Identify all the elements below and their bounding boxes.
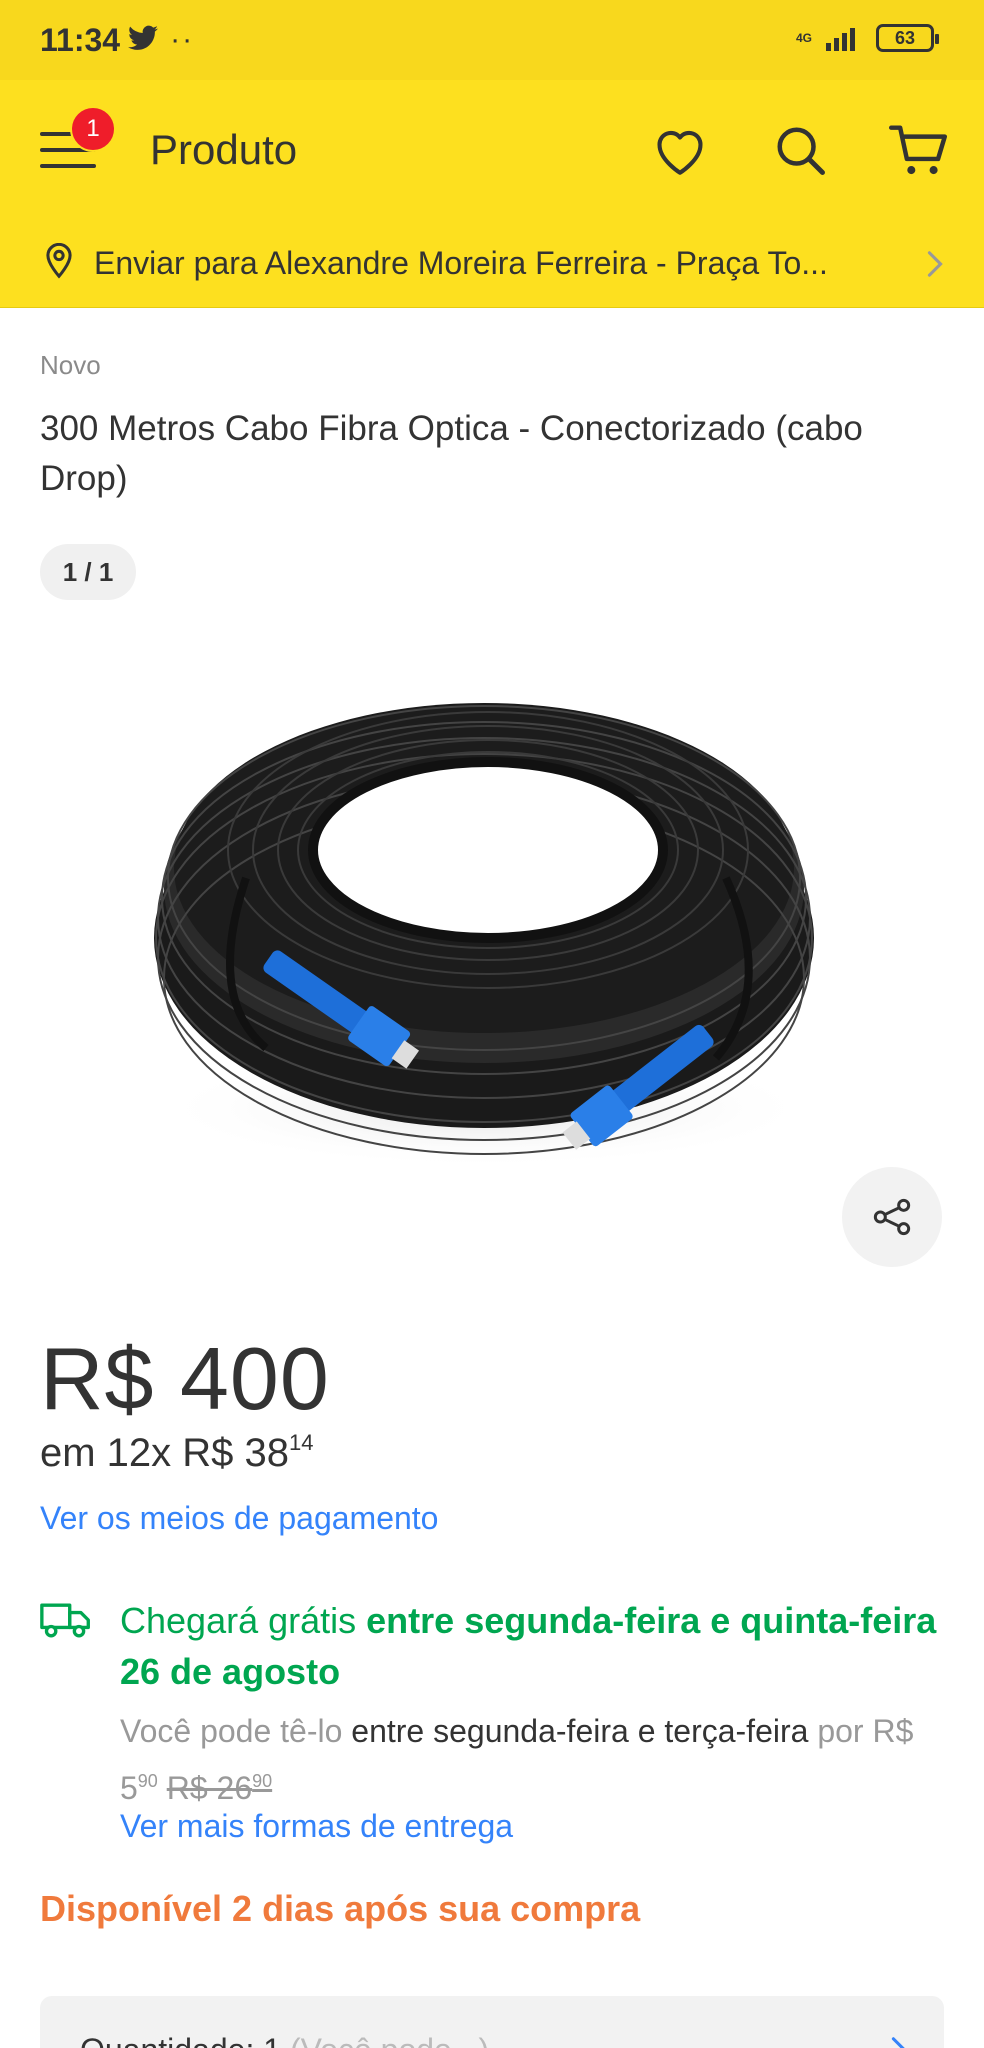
status-right: 4G 63 (795, 24, 939, 52)
product-condition: Novo (40, 350, 101, 380)
share-button[interactable] (842, 1167, 942, 1267)
heart-icon[interactable] (650, 120, 710, 180)
product-image[interactable] (126, 568, 856, 1208)
battery-icon: 63 (876, 24, 939, 52)
installments: em 12x R$ 3814 (40, 1430, 314, 1475)
shipping-address-bar[interactable]: Enviar para Alexandre Moreira Ferreira -… (0, 220, 984, 308)
free-delivery-info: Chegará grátis entre segunda-feira e qui… (120, 1600, 937, 1692)
shipping-address-text: Enviar para Alexandre Moreira Ferreira -… (94, 245, 828, 281)
more-delivery-options-link[interactable]: Ver mais formas de entrega (120, 1808, 513, 1845)
availability-notice: Disponível 2 dias após sua compra (40, 1888, 641, 1929)
status-time: 11:34 (40, 21, 121, 58)
network-indicator: 4G (795, 31, 812, 45)
chevron-right-icon (890, 2036, 908, 2048)
quantity-selector[interactable]: Quantidade: 1 (Você pode...) (40, 1996, 944, 2048)
image-counter: 1 / 1 (40, 544, 136, 600)
signal-icon (826, 28, 855, 51)
notification-dots: ·· (170, 23, 195, 56)
notification-badge: 1 (70, 106, 116, 152)
status-bar: 11:34 ·· 4G 63 (0, 0, 984, 80)
search-icon[interactable] (770, 120, 830, 180)
product-title: 300 Metros Cabo Fibra Optica - Conectori… (40, 409, 863, 498)
twitter-icon (128, 25, 159, 56)
app-header: 1 Produto (0, 80, 984, 220)
truck-icon (40, 1600, 92, 1645)
payment-methods-link[interactable]: Ver os meios de pagamento (40, 1500, 438, 1537)
share-icon (873, 1198, 911, 1236)
alternative-delivery-info: Você pode tê-lo entre segunda-feira e te… (120, 1713, 914, 1806)
product-price: R$ 400 (40, 1329, 330, 1428)
quantity-label: Quantidade: 1 (Você pode...) (80, 2032, 489, 2048)
chevron-right-icon (926, 250, 944, 283)
location-pin-icon (44, 242, 74, 284)
page-title: Produto (150, 126, 298, 173)
cart-icon[interactable] (888, 120, 948, 180)
